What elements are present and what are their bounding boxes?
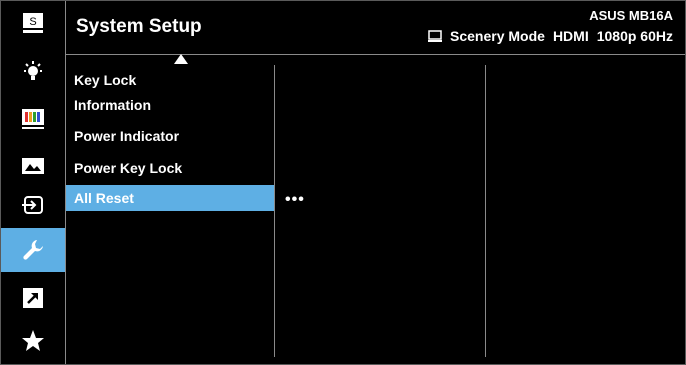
- menu-item-information[interactable]: Information: [66, 92, 274, 118]
- sidebar-item-shortcut[interactable]: [1, 276, 65, 320]
- header: System Setup ASUS MB16A Scenery Mode HDM…: [66, 1, 685, 55]
- input-icon: [22, 196, 43, 214]
- menu-item-label: Power Indicator: [74, 128, 180, 144]
- sidebar-item-color[interactable]: [1, 97, 65, 141]
- bulb-icon: [24, 61, 42, 80]
- menu-item-key-lock[interactable]: Key Lock: [66, 67, 274, 93]
- menu-item-power-indicator[interactable]: Power Indicator: [66, 123, 274, 149]
- svg-text:S: S: [29, 16, 36, 28]
- menu-item-label: Key Lock: [74, 72, 137, 88]
- osd-frame: S System Setup ASUS MB16A Scenery Mode H…: [0, 0, 686, 365]
- monitor-icon: [428, 30, 442, 42]
- menu-item-label: All Reset: [74, 190, 134, 206]
- sidebar-item-splendid[interactable]: S: [1, 1, 65, 45]
- menu-item-all-reset[interactable]: All Reset: [66, 185, 274, 211]
- submenu-more-indicator[interactable]: •••: [285, 191, 305, 209]
- image-icon: [22, 158, 44, 174]
- sidebar-item-eye-care[interactable]: [1, 50, 65, 94]
- sidebar-item-favorites[interactable]: [1, 319, 65, 363]
- resolution: 1080p 60Hz: [596, 28, 673, 44]
- s-box-icon: S: [23, 13, 43, 33]
- input-source: HDMI: [552, 28, 589, 44]
- page-title: System Setup: [76, 16, 202, 37]
- menu-item-label: Information: [74, 97, 151, 113]
- menu-list: Key Lock Information Power Indicator Pow…: [66, 55, 274, 364]
- column-divider: [485, 65, 486, 357]
- wrench-icon: [23, 240, 43, 260]
- column-divider: [274, 65, 275, 357]
- sidebar: S: [1, 1, 66, 364]
- shortcut-arrow-icon: [23, 288, 43, 308]
- status-bar: Scenery Mode HDMI 1080p 60Hz: [428, 28, 673, 44]
- color-bars-icon: [22, 109, 44, 129]
- preset-mode: Scenery Mode: [450, 28, 545, 44]
- menu-item-label: Power Key Lock: [74, 160, 183, 176]
- sidebar-item-system-setup[interactable]: [1, 228, 65, 272]
- menu-item-power-key-lock[interactable]: Power Key Lock: [66, 155, 274, 181]
- star-icon: [22, 330, 44, 351]
- model-name: ASUS MB16A: [589, 8, 673, 23]
- sidebar-item-input-select[interactable]: [1, 183, 65, 227]
- sidebar-item-image[interactable]: [1, 144, 65, 188]
